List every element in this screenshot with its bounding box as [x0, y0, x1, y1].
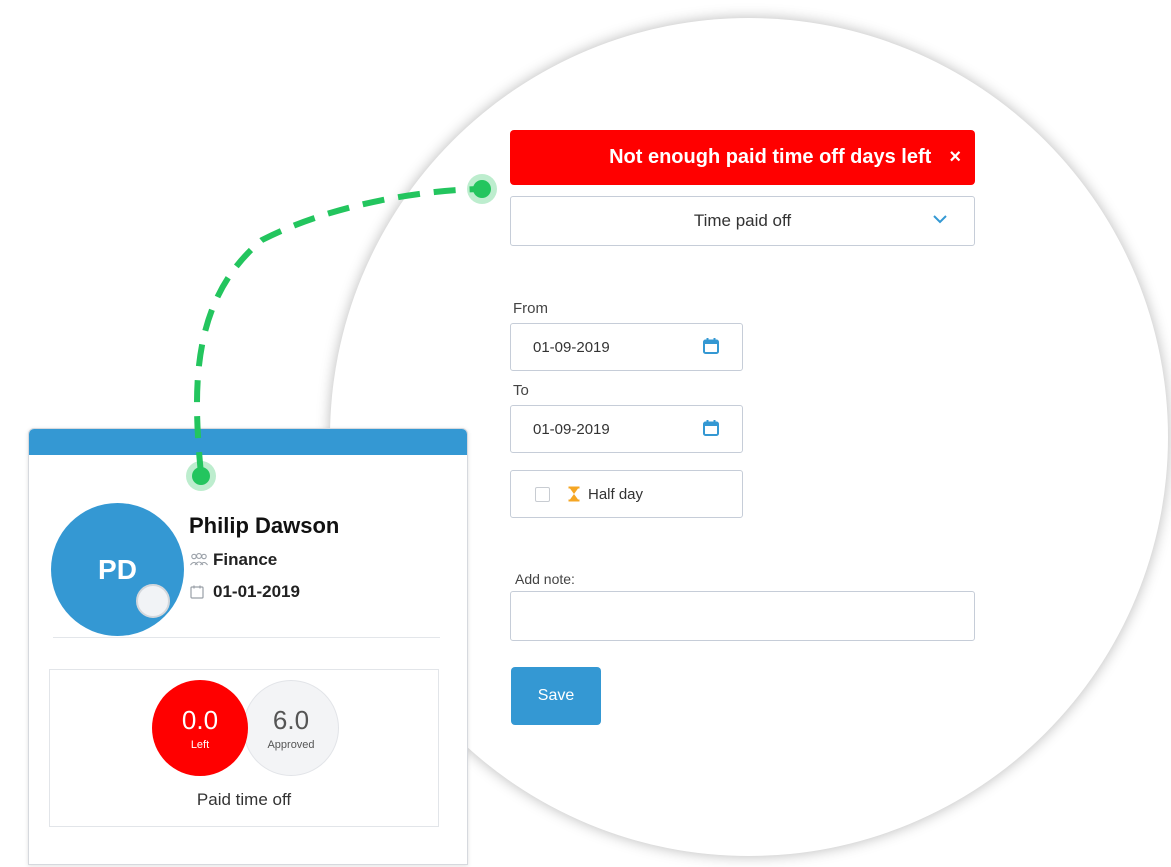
- pto-summary: 6.0 Approved 0.0 Left Paid time off: [49, 669, 439, 827]
- pto-approved-value: 6.0: [272, 705, 310, 735]
- note-input[interactable]: [510, 591, 975, 641]
- calendar-icon: [189, 584, 213, 600]
- error-banner: Not enough paid time off days left ×: [510, 130, 975, 185]
- from-label: From: [513, 300, 548, 317]
- chevron-down-icon[interactable]: [932, 211, 948, 232]
- pto-title: Paid time off: [196, 790, 292, 809]
- save-button[interactable]: Save: [511, 667, 601, 725]
- employee-card: PD Philip Dawson Finance 01-01-2019 6.0 …: [28, 428, 468, 865]
- team-icon: [189, 553, 213, 567]
- card-header-bar: [29, 429, 467, 455]
- employee-name: Philip Dawson: [189, 513, 340, 538]
- error-message: Not enough paid time off days left: [609, 146, 932, 168]
- calendar-icon[interactable]: [702, 337, 720, 359]
- start-date-text: 01-01-2019: [213, 582, 300, 601]
- avatar-status-indicator: [136, 584, 170, 618]
- avatar: PD: [51, 503, 184, 636]
- half-day-label: Half day: [588, 485, 644, 503]
- half-day-checkbox[interactable]: [535, 486, 550, 502]
- card-divider: [53, 637, 440, 638]
- to-date-value: 01-09-2019: [533, 420, 610, 438]
- time-off-type-value: Time paid off: [693, 211, 792, 230]
- pto-approved-bubble: 6.0 Approved: [243, 680, 339, 776]
- pto-approved-label: Approved: [267, 739, 315, 751]
- to-date-input[interactable]: 01-09-2019: [510, 405, 743, 453]
- half-day-option[interactable]: Half day: [510, 470, 743, 518]
- pto-left-value: 0.0: [181, 705, 219, 735]
- pto-left-bubble: 0.0 Left: [152, 680, 248, 776]
- note-label: Add note:: [515, 571, 575, 587]
- from-date-input[interactable]: 01-09-2019: [510, 323, 743, 371]
- from-date-value: 01-09-2019: [533, 338, 610, 356]
- close-icon[interactable]: ×: [949, 146, 961, 169]
- pto-left-label: Left: [190, 739, 210, 751]
- calendar-icon[interactable]: [702, 419, 720, 441]
- department-text: Finance: [213, 550, 278, 569]
- to-label: To: [513, 382, 529, 399]
- time-off-type-select[interactable]: Time paid off: [510, 196, 975, 246]
- start-date-row: 01-01-2019: [189, 582, 300, 602]
- department-row: Finance: [189, 550, 277, 570]
- hourglass-icon: [568, 486, 580, 502]
